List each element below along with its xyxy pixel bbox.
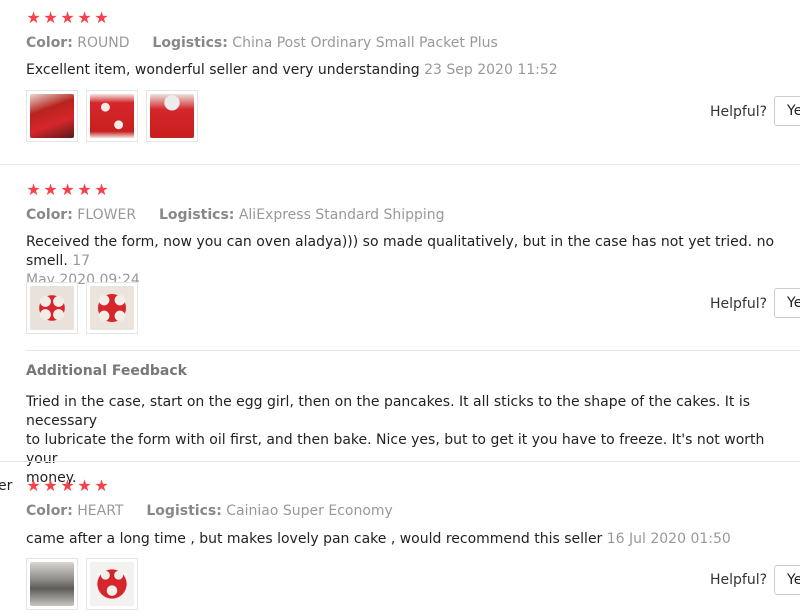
review-photos	[26, 282, 138, 334]
star-icon: ★	[77, 180, 92, 199]
review-content: Excellent item, wonderful seller and ver…	[26, 62, 420, 78]
photo-image	[30, 286, 74, 330]
photo-image	[90, 286, 134, 330]
logistics-label: Logistics:	[158, 207, 235, 223]
yes-button[interactable]: Yes	[774, 288, 800, 318]
review-date: 23 Sep 2020 11:52	[424, 62, 558, 78]
yes-button[interactable]: Yes	[774, 96, 800, 126]
review-photo[interactable]	[26, 282, 78, 334]
helpful-label: Helpful?	[710, 296, 768, 312]
logistics-value: Cainiao Super Economy	[226, 503, 393, 519]
review-photo[interactable]	[26, 558, 78, 610]
review-content: Received the form, now you can oven alad…	[26, 234, 775, 269]
review-date: 17	[72, 253, 91, 269]
color-label: Color:	[26, 35, 73, 51]
review-text: came after a long time , but makes lovel…	[26, 530, 786, 549]
star-icon: ★	[43, 180, 58, 199]
review-content: came after a long time , but makes lovel…	[26, 531, 603, 547]
divider	[0, 164, 800, 165]
color-value: HEART	[77, 503, 124, 519]
star-icon: ★	[26, 180, 41, 199]
review-photo[interactable]	[86, 558, 138, 610]
color-value: FLOWER	[77, 207, 137, 223]
logistics-label: Logistics:	[152, 35, 228, 51]
star-icon: ★	[26, 8, 41, 27]
review-text: Excellent item, wonderful seller and ver…	[26, 61, 786, 80]
star-icon: ★	[77, 476, 92, 495]
review-meta: Color: ROUND Logistics: China Post Ordin…	[26, 35, 498, 51]
logistics-label: Logistics:	[146, 503, 222, 519]
star-icon: ★	[94, 180, 109, 199]
star-icon: ★	[43, 8, 58, 27]
color-value: ROUND	[77, 35, 130, 51]
review-meta: Color: FLOWER Logistics: AliExpress Stan…	[26, 207, 445, 223]
photo-image	[30, 562, 74, 606]
helpful-label: Helpful?	[710, 104, 768, 120]
additional-line: Tried in the case, start on the egg girl…	[26, 394, 751, 429]
review-date: 16 Jul 2020 01:50	[606, 531, 731, 547]
rating-stars: ★ ★ ★ ★ ★	[26, 478, 109, 494]
review-photo[interactable]	[86, 282, 138, 334]
review-photo[interactable]	[26, 90, 78, 142]
rating-stars: ★ ★ ★ ★ ★	[26, 182, 109, 198]
photo-image	[90, 94, 134, 138]
photo-image	[150, 94, 194, 138]
review-date-continued: May 2020 09:24	[26, 272, 140, 288]
star-icon: ★	[43, 476, 58, 495]
additional-feedback-title: Additional Feedback	[26, 363, 187, 379]
logistics-value: AliExpress Standard Shipping	[238, 207, 445, 223]
star-icon: ★	[60, 476, 75, 495]
review-photo[interactable]	[86, 90, 138, 142]
divider	[0, 461, 800, 462]
review-text: Received the form, now you can oven alad…	[26, 233, 796, 290]
logistics-value: China Post Ordinary Small Packet Plus	[232, 35, 498, 51]
review-photo[interactable]	[146, 90, 198, 142]
star-icon: ★	[26, 476, 41, 495]
yes-button[interactable]: Yes	[774, 565, 800, 595]
review-photos	[26, 558, 138, 610]
star-icon: ★	[94, 8, 109, 27]
helpful-label: Helpful?	[710, 572, 768, 588]
color-label: Color:	[26, 503, 73, 519]
color-label: Color:	[26, 207, 73, 223]
additional-line: to lubricate the form with oil first, an…	[26, 432, 765, 467]
star-icon: ★	[60, 180, 75, 199]
additional-feedback-text: Tried in the case, start on the egg girl…	[26, 393, 796, 488]
photo-image	[30, 94, 74, 138]
star-icon: ★	[94, 476, 109, 495]
additional-line: money.	[26, 470, 77, 486]
star-icon: ★	[60, 8, 75, 27]
divider	[26, 350, 800, 351]
rating-stars: ★ ★ ★ ★ ★	[26, 10, 109, 26]
review-photos	[26, 90, 198, 142]
reviewer-name-fragment: er	[0, 478, 13, 494]
photo-image	[90, 562, 134, 606]
review-meta: Color: HEART Logistics: Cainiao Super Ec…	[26, 503, 393, 519]
star-icon: ★	[77, 8, 92, 27]
